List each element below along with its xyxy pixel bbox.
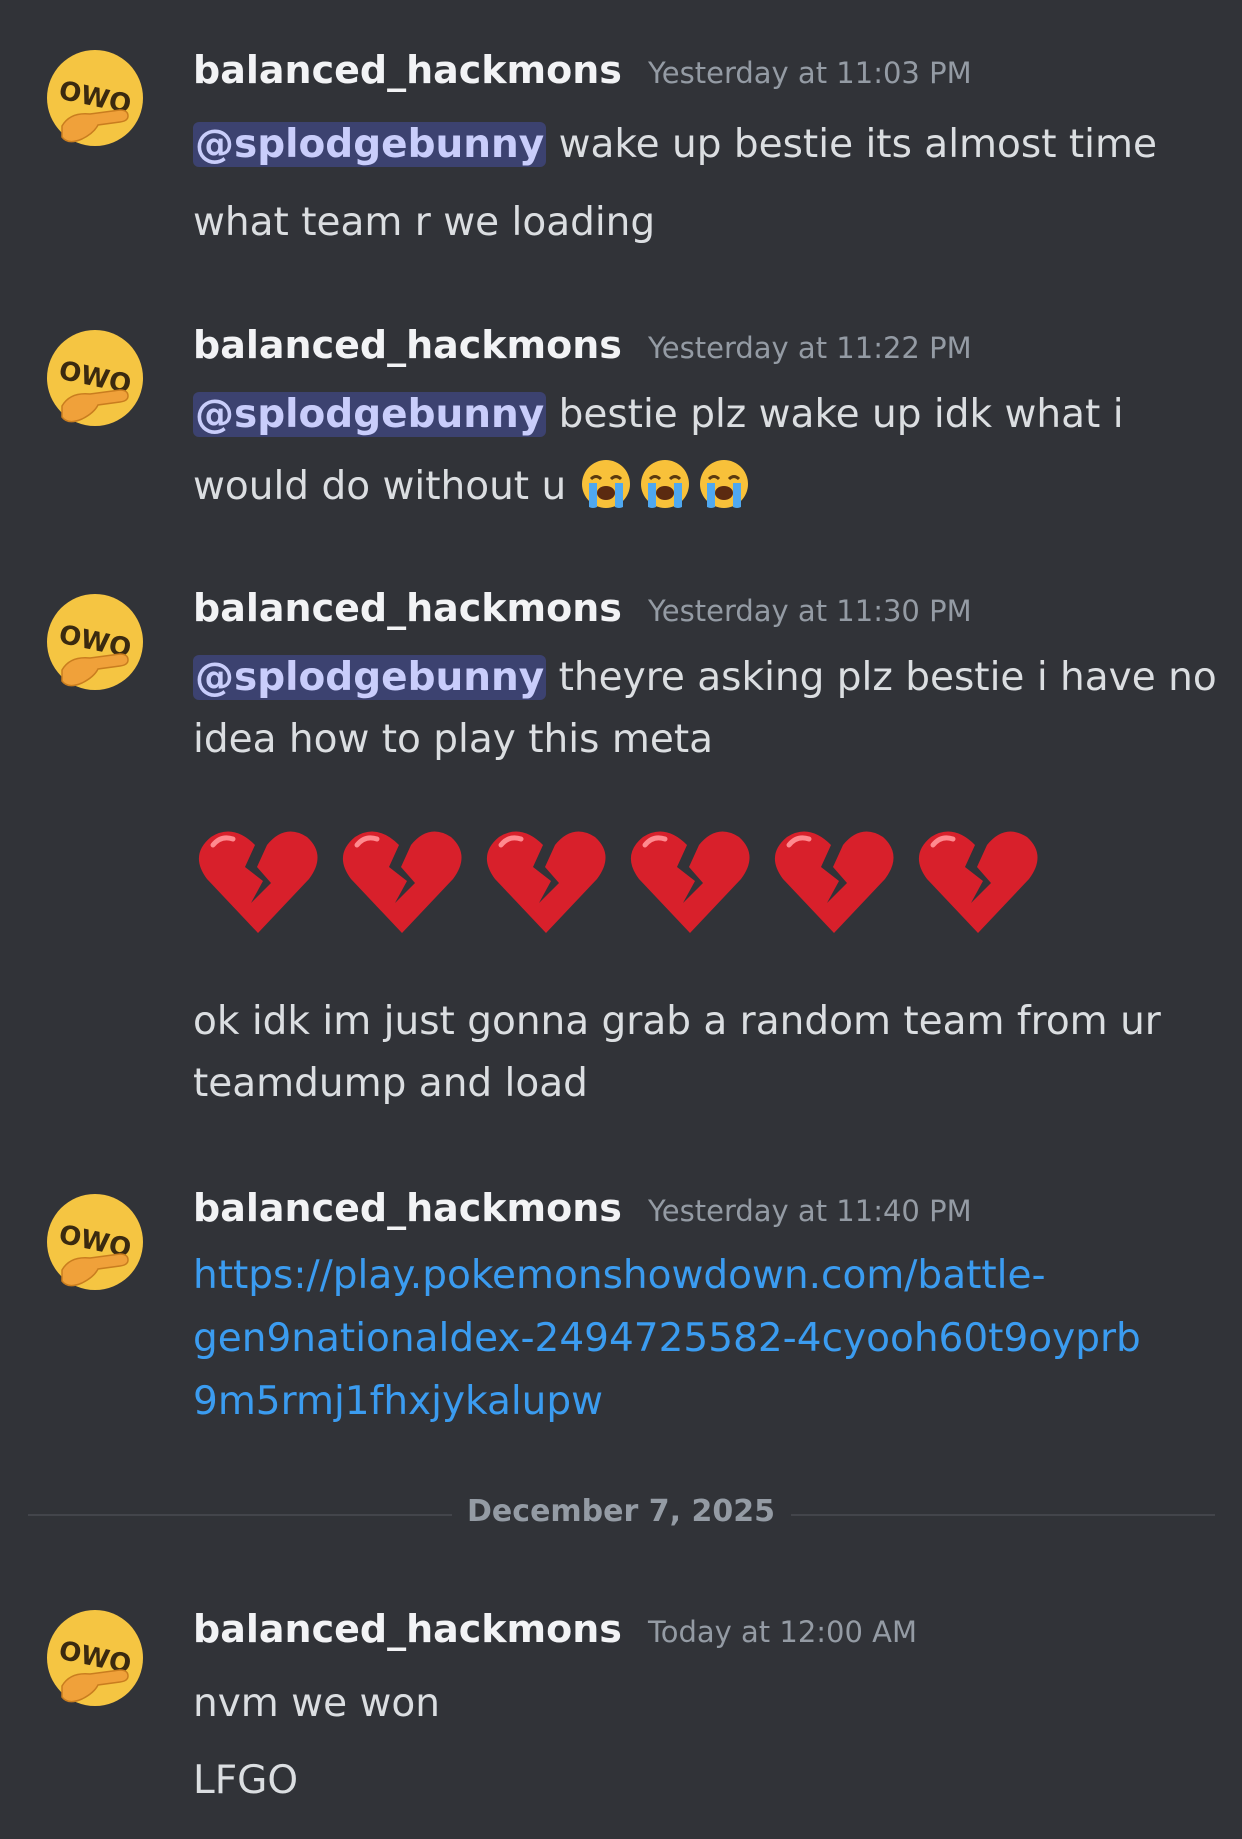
user-mention[interactable]: @splodgebunny [193,655,547,700]
timestamp: Today at 12:00 AM [647,1615,918,1649]
user-avatar[interactable]: OWO [42,328,148,434]
message-line: what team r we loading [193,200,656,245]
user-mention[interactable]: @splodgebunny [193,122,547,167]
date-divider-label: December 7, 2025 [467,1494,775,1529]
message-line: LFGO [193,1758,299,1803]
message-line: teamdump and load [193,1061,588,1106]
message-line: @splodgebunny bestie plz wake up idk wha… [193,384,1213,446]
broken-heart-icon[interactable] [913,815,1043,945]
message-header: balanced_hackmons Yesterday at 11:22 PM [193,323,972,367]
message-header: balanced_hackmons Yesterday at 11:30 PM [193,586,972,630]
owo-pointing-emoji-icon: OWO [47,594,143,690]
timestamp: Yesterday at 11:40 PM [647,1194,972,1228]
message-text: theyre asking plz bestie i have no [546,655,1217,700]
owo-pointing-emoji-icon: OWO [47,50,143,146]
username[interactable]: balanced_hackmons [193,48,622,92]
loudly-crying-face-icon[interactable] [697,457,751,511]
user-avatar[interactable]: OWO [42,1608,148,1714]
owo-pointing-emoji-icon: OWO [47,1610,143,1706]
broken-heart-icon[interactable] [481,815,611,945]
message-line: would do without u [193,456,1213,518]
broken-heart-icon[interactable] [193,815,323,945]
battle-link[interactable]: https://play.pokemonshowdown.com/battle- [193,1245,1213,1307]
timestamp: Yesterday at 11:03 PM [647,56,972,90]
owo-pointing-emoji-icon: OWO [47,1194,143,1290]
user-avatar[interactable]: OWO [42,592,148,698]
username[interactable]: balanced_hackmons [193,1607,622,1651]
username[interactable]: balanced_hackmons [193,1186,622,1230]
message-line: @splodgebunny theyre asking plz bestie i… [193,647,1217,709]
username[interactable]: balanced_hackmons [193,586,622,630]
message-text: wake up bestie its almost time [546,122,1158,167]
timestamp: Yesterday at 11:22 PM [647,331,972,365]
user-avatar[interactable]: OWO [42,1192,148,1298]
message-line: idea how to play this meta [193,717,714,762]
broken-heart-icon[interactable] [769,815,899,945]
timestamp: Yesterday at 11:30 PM [647,594,972,628]
message-header: balanced_hackmons Yesterday at 11:40 PM [193,1186,972,1230]
emoji-group [579,460,756,509]
battle-link[interactable]: 9m5rmj1fhxjykalupw [193,1371,1213,1433]
big-emoji-row [193,815,1043,945]
message-header: balanced_hackmons Today at 12:00 AM [193,1607,917,1651]
message-text: would do without u [193,464,579,509]
loudly-crying-face-icon[interactable] [579,457,633,511]
battle-link[interactable]: gen9nationaldex-2494725582-4cyooh60t9oyp… [193,1308,1213,1370]
message-header: balanced_hackmons Yesterday at 11:03 PM [193,48,972,92]
user-mention[interactable]: @splodgebunny [193,392,547,437]
message-text: bestie plz wake up idk what i [546,392,1124,437]
message-line: ok idk im just gonna grab a random team … [193,999,1161,1044]
loudly-crying-face-icon[interactable] [638,457,692,511]
broken-heart-icon[interactable] [337,815,467,945]
broken-heart-icon[interactable] [625,815,755,945]
user-avatar[interactable]: OWO [42,48,148,154]
message-line: @splodgebunny wake up bestie its almost … [193,114,1213,176]
username[interactable]: balanced_hackmons [193,323,622,367]
message-line: nvm we won [193,1681,440,1726]
owo-pointing-emoji-icon: OWO [47,330,143,426]
